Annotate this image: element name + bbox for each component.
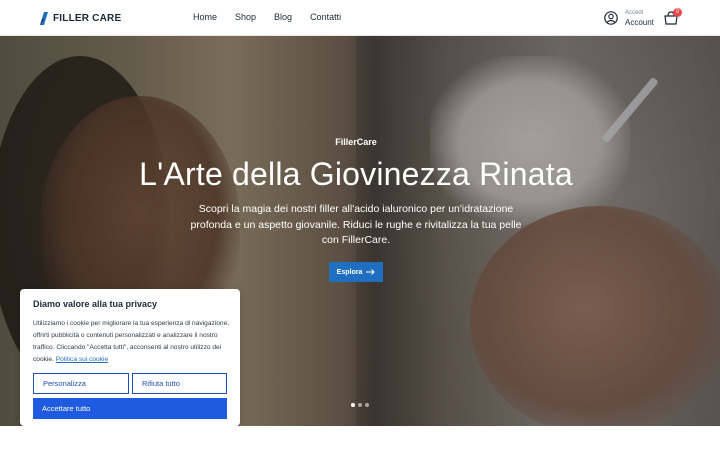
cookie-consent-banner: Diamo valore alla tua privacy Utilizziam…: [20, 289, 240, 426]
user-icon: [604, 11, 618, 25]
cookie-text: Utilizziamo i cookie per migliorare la t…: [33, 318, 233, 366]
site-header: FILLER CARE Home Shop Blog Contatti Acce…: [0, 0, 720, 36]
accept-all-button[interactable]: Accettare tutto: [33, 398, 227, 419]
hero-eyebrow: FillerCare: [335, 137, 377, 147]
arrow-right-icon: [366, 269, 376, 275]
logo-mark-icon: [40, 11, 48, 25]
nav-link-blog[interactable]: Blog: [274, 12, 292, 22]
main-nav: Home Shop Blog Contatti: [193, 12, 359, 22]
hero-title: L'Arte della Giovinezza Rinata: [139, 156, 573, 192]
page-below-hero: [0, 426, 720, 450]
nav-link-home[interactable]: Home: [193, 12, 217, 22]
nav-link-contatti[interactable]: Contatti: [310, 12, 341, 22]
account-label: Account: [625, 18, 654, 27]
slider-dot-3[interactable]: [365, 403, 369, 407]
cookie-title: Diamo valore alla tua privacy: [33, 299, 158, 309]
customize-button[interactable]: Personalizza: [33, 373, 129, 394]
cookie-policy-link[interactable]: Politica sui cookie: [56, 356, 108, 363]
account-signin-label: Accedi: [625, 10, 644, 16]
logo[interactable]: FILLER CARE: [39, 10, 121, 26]
explore-button[interactable]: Esplora: [329, 262, 383, 282]
slider-dot-2[interactable]: [358, 403, 362, 407]
logo-text: FILLER CARE: [53, 12, 122, 24]
cart-count-badge: 0: [673, 8, 682, 17]
hero-description: Scopri la magia dei nostri filler all'ac…: [190, 203, 522, 246]
slider-dot-1[interactable]: [351, 403, 355, 407]
cart-button[interactable]: 0: [663, 8, 682, 25]
slider-dots: [351, 403, 369, 407]
explore-button-label: Esplora: [336, 268, 363, 276]
account-link[interactable]: Accedi Account: [604, 9, 654, 27]
reject-all-button[interactable]: Rifiuta tutto: [132, 373, 227, 394]
nav-link-shop[interactable]: Shop: [235, 12, 256, 22]
